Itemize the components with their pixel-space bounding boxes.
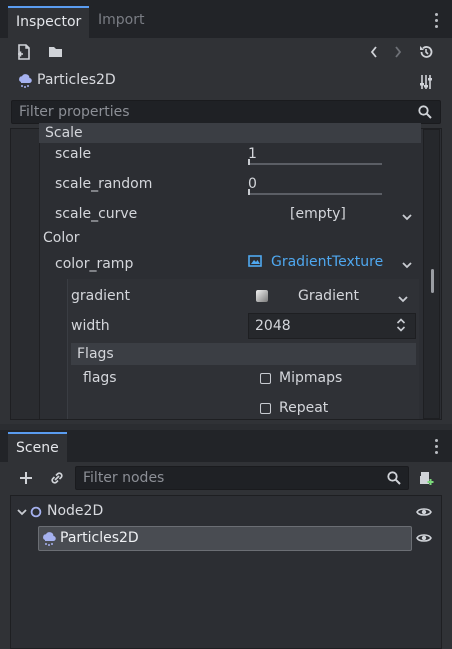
- property-scale-curve-label: scale_curve: [55, 206, 138, 222]
- property-gradient-value[interactable]: Gradient: [298, 288, 359, 304]
- inspector-menu-icon[interactable]: [435, 13, 439, 31]
- property-width-label: width: [71, 318, 110, 334]
- property-color-ramp-label: color_ramp: [55, 256, 134, 272]
- visibility-eye-icon[interactable]: [416, 531, 432, 545]
- property-width-value[interactable]: 2048: [255, 318, 291, 334]
- tab-scene[interactable]: Scene: [8, 432, 67, 464]
- history-icon[interactable]: [416, 42, 436, 62]
- tree-item-particles2d[interactable]: Particles2D: [38, 526, 412, 551]
- inspector-scrollbar-thumb[interactable]: [431, 269, 434, 293]
- section-scale-label: Scale: [45, 125, 83, 141]
- attach-script-icon[interactable]: [416, 468, 436, 488]
- history-forward-icon[interactable]: [388, 42, 408, 62]
- property-scale-curve-value[interactable]: [empty]: [290, 206, 346, 222]
- history-back-icon[interactable]: [364, 42, 384, 62]
- scene-tree: Node2D Particles2D: [10, 495, 442, 649]
- spinner-arrows-icon[interactable]: [396, 318, 406, 332]
- chevron-down-icon[interactable]: [401, 259, 413, 271]
- indent-gutter: [11, 129, 40, 419]
- visibility-eye-icon[interactable]: [416, 505, 432, 519]
- load-resource-icon[interactable]: [46, 42, 66, 62]
- tree-item-label: Node2D: [47, 503, 104, 519]
- scene-menu-icon[interactable]: [435, 439, 439, 457]
- particles2d-icon: [16, 72, 34, 90]
- mipmaps-checkbox[interactable]: [260, 373, 271, 384]
- chevron-down-icon[interactable]: [397, 293, 409, 305]
- particles2d-icon: [43, 532, 56, 546]
- chevron-down-icon[interactable]: [401, 211, 413, 223]
- gradient-preview-icon: [256, 290, 268, 302]
- inspector-panel: Particles2D Filter properties Scale scal…: [0, 38, 452, 424]
- section-flags[interactable]: Flags: [71, 343, 416, 365]
- search-icon: [386, 470, 402, 486]
- tab-import[interactable]: Import: [90, 6, 152, 38]
- scene-panel: Filter nodes Node2D Particles2D: [0, 462, 452, 649]
- property-color-ramp-value[interactable]: GradientTexture: [271, 254, 383, 270]
- filter-properties-input[interactable]: Filter properties: [11, 100, 441, 124]
- scene-tabbar: Scene: [0, 430, 452, 464]
- property-scale-random-slider[interactable]: [248, 189, 382, 195]
- instance-child-scene-icon[interactable]: [47, 468, 67, 488]
- repeat-label[interactable]: Repeat: [279, 400, 328, 416]
- object-name: Particles2D: [37, 72, 116, 88]
- property-scale-random-label: scale_random: [55, 176, 153, 192]
- property-scale-slider[interactable]: [248, 159, 382, 165]
- tab-inspector[interactable]: Inspector: [8, 6, 90, 40]
- inspector-tabbar: Inspector Import: [0, 0, 452, 40]
- property-flags-label: flags: [83, 370, 117, 386]
- section-scale[interactable]: Scale: [39, 123, 421, 143]
- tree-item-label: Particles2D: [60, 530, 139, 546]
- mipmaps-label[interactable]: Mipmaps: [279, 370, 342, 386]
- filter-nodes-input[interactable]: Filter nodes: [75, 466, 409, 490]
- add-node-icon[interactable]: [16, 468, 36, 488]
- gradient-texture-icon: [248, 255, 262, 267]
- section-color[interactable]: Color: [43, 230, 80, 246]
- subresource-editor: gradient Gradient width 2048 Flags flags…: [68, 279, 419, 419]
- node2d-icon: [30, 506, 42, 518]
- repeat-checkbox[interactable]: [260, 403, 271, 414]
- tree-item-node2d[interactable]: Node2D: [11, 500, 441, 524]
- object-properties-icon[interactable]: [416, 72, 436, 92]
- new-resource-icon[interactable]: [14, 42, 34, 62]
- section-flags-label: Flags: [77, 346, 114, 362]
- search-icon: [417, 104, 433, 120]
- property-list: Scale scale 1 scale_random 0 scale_curve…: [10, 123, 442, 420]
- property-gradient-label: gradient: [71, 288, 130, 304]
- property-scale-label: scale: [55, 146, 92, 162]
